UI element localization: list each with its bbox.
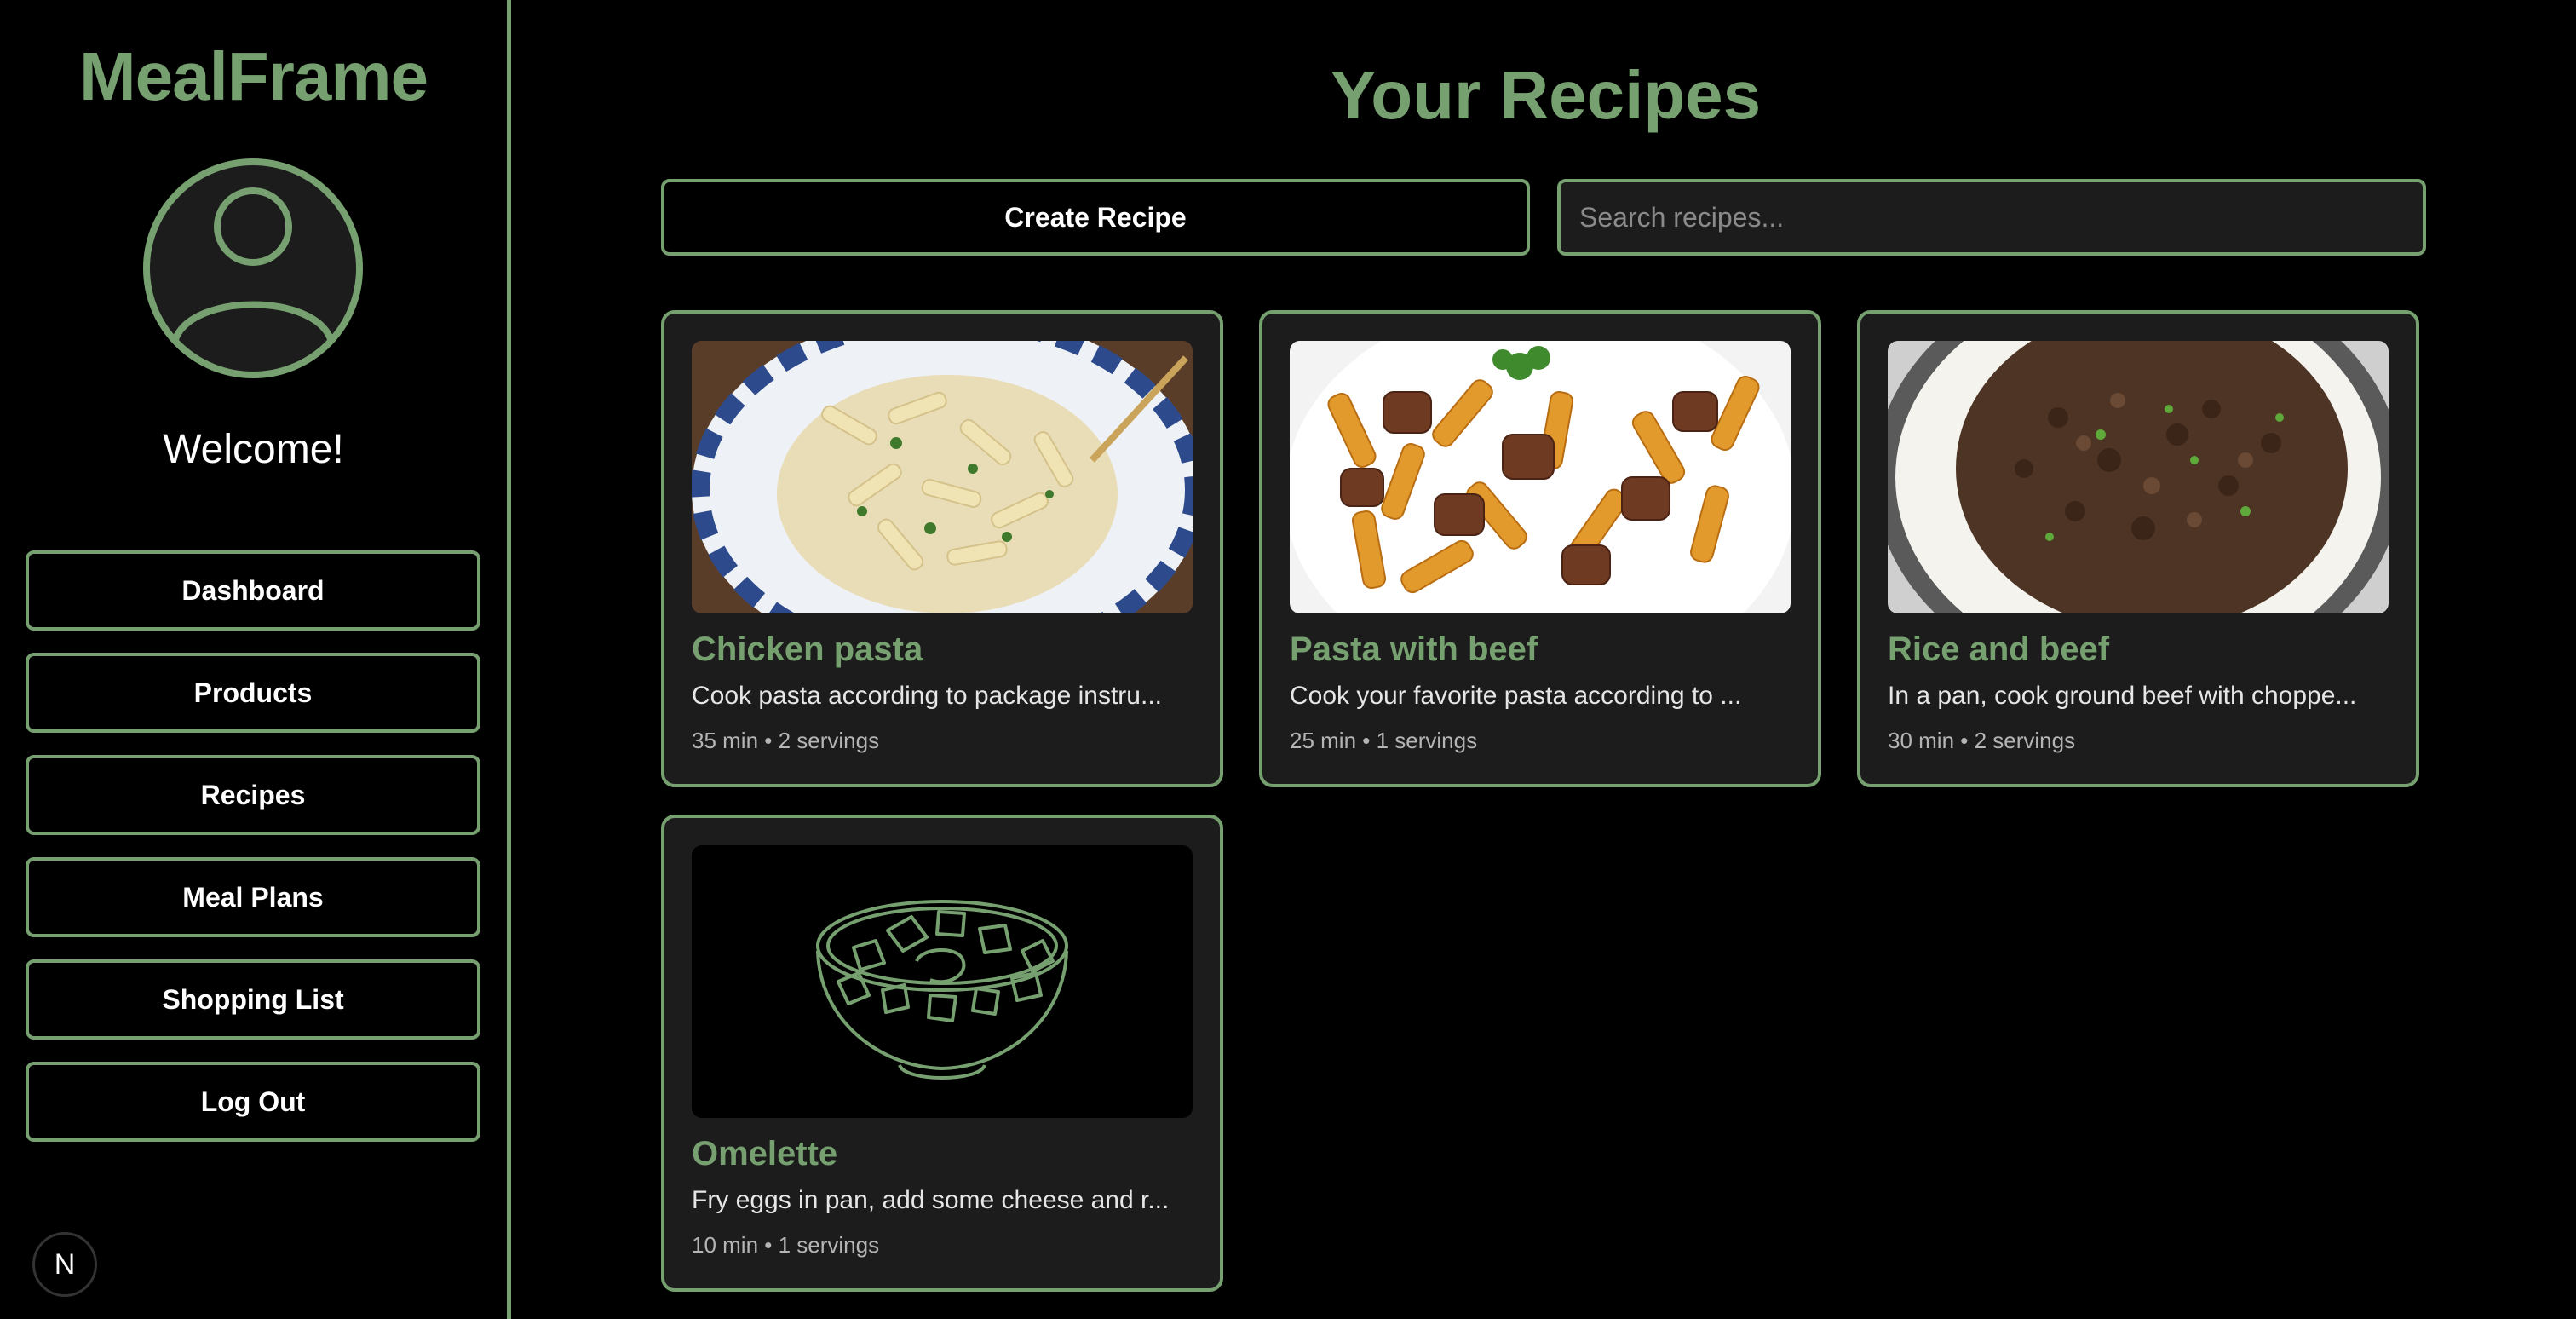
recipe-meta: 35 min • 2 servings [692, 728, 880, 753]
welcome-text: Welcome! [163, 427, 344, 472]
recipe-name: Rice and beef [1888, 631, 2110, 668]
nav-shopping-list-button[interactable]: Shopping List [26, 959, 480, 1040]
recipe-meta: 25 min • 1 servings [1290, 728, 1478, 753]
recipe-card[interactable]: Rice and beef In a pan, cook ground beef… [1857, 310, 2419, 787]
user-avatar-icon[interactable] [141, 157, 365, 380]
recipe-name: Chicken pasta [692, 631, 923, 668]
recipe-description: Fry eggs in pan, add some cheese and r..… [692, 1186, 1170, 1214]
pasta-beef-photo [1290, 341, 1791, 613]
recipe-card[interactable]: Pasta with beef Cook your favorite pasta… [1259, 310, 1821, 787]
recipe-name: Omelette [692, 1135, 838, 1172]
nav-dashboard-button[interactable]: Dashboard [26, 550, 480, 631]
dev-badge-icon[interactable]: N [32, 1232, 97, 1297]
page-title: Your Recipes [1330, 57, 1762, 133]
recipe-meta: 30 min • 2 servings [1888, 728, 2076, 753]
recipe-description: Cook pasta according to package instru..… [692, 682, 1162, 710]
rice-beef-photo [1888, 341, 2389, 613]
create-recipe-button[interactable]: Create Recipe [661, 179, 1530, 256]
nav-logout-button[interactable]: Log Out [26, 1062, 480, 1142]
sidebar: MealFrame Welcome! Dashboard Products Re… [0, 0, 511, 1319]
bowl-icon [692, 845, 1193, 1118]
recipe-card[interactable]: Omelette Fry eggs in pan, add some chees… [661, 815, 1223, 1292]
nav-products-button[interactable]: Products [26, 653, 480, 733]
recipe-name: Pasta with beef [1290, 631, 1538, 668]
nav-recipes-button[interactable]: Recipes [26, 755, 480, 835]
chicken-pasta-photo [692, 341, 1193, 613]
recipe-description: In a pan, cook ground beef with choppe..… [1888, 682, 2357, 710]
recipe-card[interactable]: Chicken pasta Cook pasta according to pa… [661, 310, 1223, 787]
nav-meal-plans-button[interactable]: Meal Plans [26, 857, 480, 937]
brand-title: MealFrame [79, 38, 428, 114]
recipe-description: Cook your favorite pasta according to ..… [1290, 682, 1742, 710]
search-input[interactable] [1557, 179, 2426, 256]
recipe-meta: 10 min • 1 servings [692, 1232, 880, 1258]
